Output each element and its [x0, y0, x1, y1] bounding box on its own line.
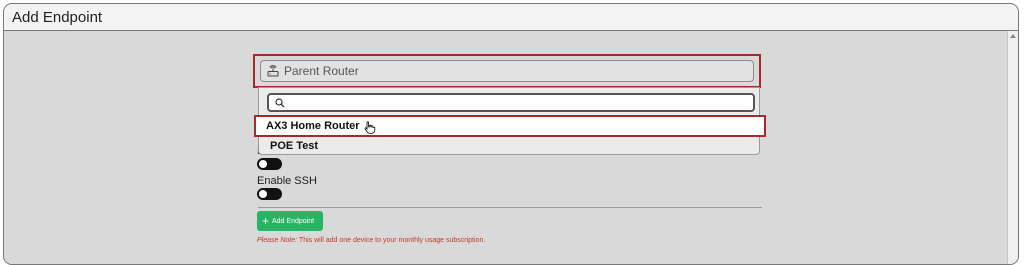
usage-note: Please Note: This will add one device to… — [257, 237, 485, 244]
window-titlebar: Add Endpoint — [4, 4, 1018, 31]
router-icon — [267, 65, 279, 77]
search-icon — [275, 97, 285, 107]
add-endpoint-button[interactable]: + Add Endpoint — [257, 211, 323, 231]
note-prefix: Please Note: — [257, 237, 298, 244]
enable-ssh-toggle[interactable] — [257, 188, 282, 200]
window-title: Add Endpoint — [12, 8, 103, 26]
add-endpoint-label: Add Endpoint — [272, 217, 315, 225]
divider — [258, 207, 762, 208]
note-text: This will add one device to your monthly… — [297, 237, 486, 244]
search-input[interactable] — [289, 94, 753, 111]
enable-http-toggle[interactable] — [257, 158, 282, 170]
option-label: AX3 Home Router — [266, 120, 360, 132]
vertical-scrollbar[interactable] — [1007, 31, 1018, 264]
hand-cursor-icon — [364, 121, 376, 134]
dropdown-search[interactable] — [267, 93, 755, 112]
form-panel: Parent Router Enable HTTP Enable SSH + A… — [4, 31, 1008, 264]
parent-router-dropdown: AX3 Home Router POE Test — [254, 87, 766, 155]
option-poe-test[interactable]: POE Test — [259, 137, 759, 154]
plus-icon: + — [262, 214, 270, 228]
scroll-up-arrow-icon[interactable] — [1010, 34, 1016, 38]
option-label: POE Test — [270, 139, 319, 152]
enable-ssh-label: Enable SSH — [257, 175, 317, 187]
parent-router-select[interactable]: Parent Router — [260, 60, 754, 82]
add-endpoint-window: Add Endpoint Parent Router Enable HTTP E… — [3, 3, 1019, 265]
option-ax3-home-router[interactable]: AX3 Home Router — [254, 115, 766, 137]
parent-router-placeholder: Parent Router — [284, 64, 359, 78]
parent-router-highlight: Parent Router — [253, 54, 761, 88]
